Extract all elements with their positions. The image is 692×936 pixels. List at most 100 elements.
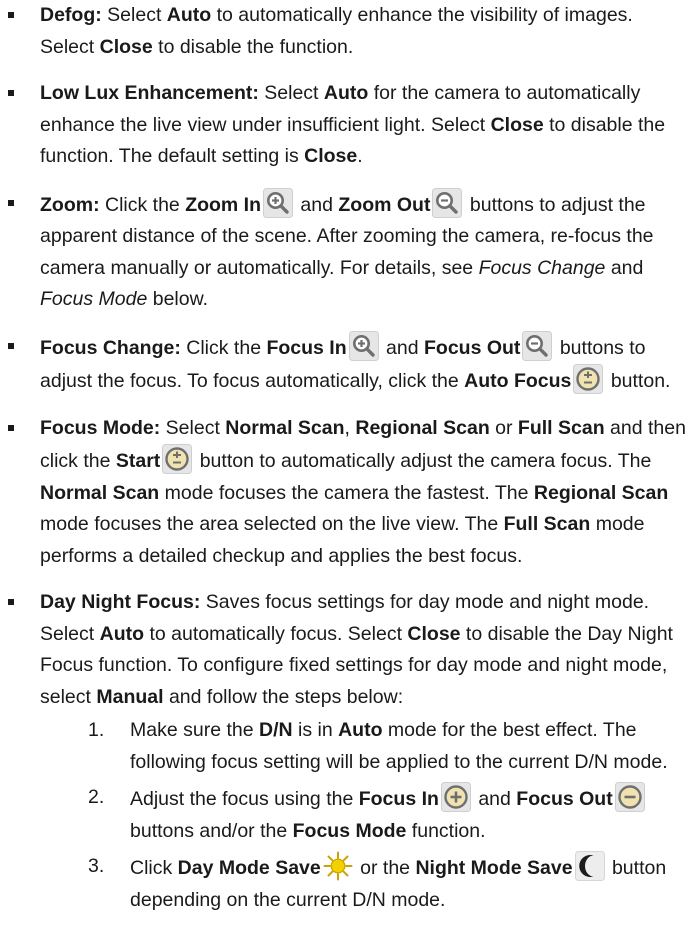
bold-term: Day Mode Save (177, 857, 321, 879)
bold-term: Close (99, 35, 153, 58)
bold-term: Close (407, 622, 461, 645)
text-run: Click the (99, 193, 186, 216)
bullet-item-focus-mode: Focus Mode: Select Normal Scan, Regional… (0, 413, 692, 573)
italic-reference: Focus Mode (40, 288, 148, 310)
bold-term: Regional Scan (533, 481, 669, 504)
bold-term: Focus Mode: (40, 416, 161, 439)
bullet-marker (8, 90, 14, 96)
bold-term: Auto (323, 82, 369, 104)
bold-term: Full Scan (503, 513, 591, 535)
text-run: Select (101, 4, 167, 26)
bold-term: Start (115, 450, 161, 472)
text-run: below. (147, 288, 209, 310)
text-run: buttons and/or the (130, 819, 293, 842)
text-run: mode focuses the camera the fastest. The (159, 481, 534, 504)
bullet-item-zoom: Zoom: Click the Zoom In and Zoom Out but… (0, 187, 692, 316)
zoom-in-icon (348, 330, 379, 361)
bold-term: Focus Change: (40, 336, 181, 359)
bullet-item-focus-change: Focus Change: Click the Focus In and Foc… (0, 330, 692, 398)
step-text: Adjust the focus using the Focus In and … (130, 782, 688, 847)
manual-page: Defog: Select Auto to automatically enha… (0, 0, 692, 931)
bullet-marker (8, 599, 14, 605)
bullet-text: Low Lux Enhancement: Select Auto for the… (40, 78, 688, 173)
bold-term: Zoom Out (338, 193, 431, 216)
text-run: to disable the function. (152, 35, 354, 58)
text-run: Click (130, 857, 178, 879)
bold-term: Close (304, 145, 358, 167)
zoom-out-icon (522, 330, 553, 361)
bold-term: Normal Scan (40, 481, 160, 504)
bold-term: Close (490, 113, 544, 136)
italic-reference: Focus Change (478, 256, 606, 279)
bold-term: Low Lux Enhancement: (40, 82, 259, 104)
auto-focus-icon (573, 364, 604, 394)
bold-term: Auto (99, 622, 145, 645)
bold-term: Focus Out (424, 336, 521, 359)
step-text: Click Day Mode Save or the Night Mode Sa… (130, 851, 688, 916)
bullet-marker (8, 12, 14, 18)
numbered-step: 2. Adjust the focus using the Focus In an… (40, 782, 688, 847)
focus-in-icon (440, 782, 471, 812)
bullet-item-defog: Defog: Select Auto to automatically enha… (0, 0, 692, 63)
bold-term: Normal Scan (225, 416, 345, 439)
bullet-item-low-lux-enhancement: Low Lux Enhancement: Select Auto for the… (0, 78, 692, 173)
text-run: and (605, 256, 644, 279)
text-run: Click the (180, 336, 267, 359)
text-run: or (489, 416, 518, 439)
day-mode-icon (323, 851, 353, 881)
text-run: Adjust the focus using the (130, 788, 359, 810)
bullet-text: Focus Mode: Select Normal Scan, Regional… (40, 413, 688, 573)
bold-term: Focus In (358, 788, 439, 810)
text-run: Select (160, 416, 226, 439)
bold-term: Zoom: (40, 193, 100, 216)
text-run: button to automatically adjust the camer… (194, 450, 652, 472)
text-run: and (380, 336, 424, 359)
text-run: is in (292, 719, 339, 741)
zoom-in-icon (263, 187, 294, 218)
text-run: and (295, 193, 339, 216)
text-run: Select (258, 82, 324, 104)
text-run: to automatically focus. Select (144, 622, 408, 645)
bullet-marker (8, 424, 14, 431)
text-run: button. (605, 370, 671, 392)
bold-term: Focus In (266, 336, 347, 359)
bullet-text: Defog: Select Auto to automatically enha… (40, 0, 688, 63)
focus-out-icon (614, 782, 645, 812)
bullet-text: Focus Change: Click the Focus In and Foc… (40, 330, 688, 398)
step-number: 1. (88, 719, 105, 741)
numbered-step: 1. Make sure the D/N is in Auto mode for … (40, 715, 688, 778)
text-run: or the (354, 857, 416, 879)
text-run: and follow the steps below: (163, 685, 404, 708)
bold-term: Manual (96, 685, 164, 708)
bold-term: Full Scan (517, 416, 605, 439)
night-mode-icon (574, 851, 605, 881)
text-run: Make sure the (130, 719, 259, 741)
bullet-text: Zoom: Click the Zoom In and Zoom Out but… (40, 187, 688, 316)
text-run: . (357, 145, 363, 167)
text-run: mode focuses the area selected on the li… (40, 513, 504, 535)
bold-term: Focus Out (516, 788, 613, 810)
start-icon (162, 444, 193, 474)
bold-term: Night Mode Save (415, 857, 573, 879)
bold-term: Focus Mode (292, 819, 407, 842)
bullet-text: Day Night Focus: Saves focus settings fo… (40, 587, 688, 713)
text-run: function. (406, 819, 486, 842)
step-text: Make sure the D/N is in Auto mode for th… (130, 715, 688, 778)
text-run: , (344, 416, 356, 439)
text-run: and (472, 788, 517, 810)
bullet-marker (8, 199, 14, 206)
bold-term: Defog: (40, 4, 102, 26)
step-number: 3. (88, 855, 105, 877)
step-number: 2. (88, 786, 105, 808)
bold-term: Auto (338, 719, 383, 741)
zoom-out-icon (432, 187, 463, 218)
bold-term: Regional Scan (355, 416, 490, 439)
bullet-marker (8, 342, 14, 349)
bold-term: Auto (166, 4, 212, 26)
numbered-step: 3. Click Day Mode Save or the Night Mode … (40, 851, 688, 916)
bold-term: D/N (258, 719, 293, 741)
bold-term: Auto Focus (464, 370, 572, 392)
bold-term: Zoom In (185, 193, 262, 216)
bullet-item-day-night-focus: Day Night Focus: Saves focus settings fo… (0, 587, 692, 916)
bold-term: Day Night Focus: (40, 591, 201, 613)
